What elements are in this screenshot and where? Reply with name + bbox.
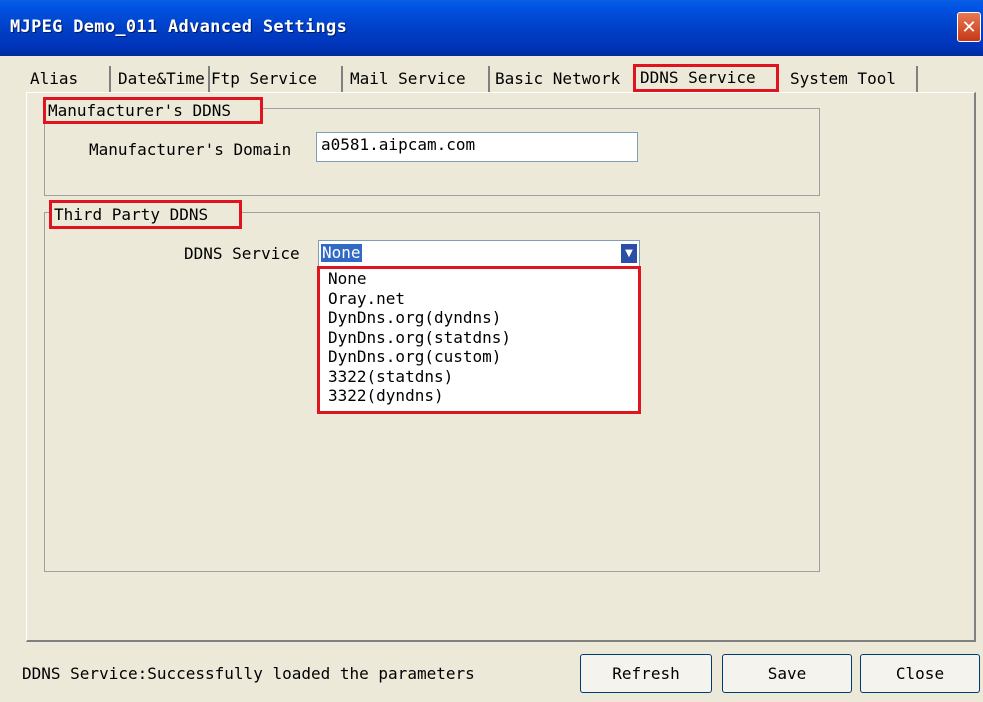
tab-date-time[interactable]: Date&Time	[114, 66, 210, 92]
third-party-ddns-legend: Third Party DDNS	[49, 200, 242, 229]
refresh-button[interactable]: Refresh	[580, 654, 712, 693]
tab-alias[interactable]: Alias	[26, 66, 111, 92]
manufacturer-domain-label: Manufacturer's Domain	[89, 140, 292, 159]
ddns-service-label: DDNS Service	[184, 244, 300, 263]
option-dyndns-custom[interactable]: DynDns.org(custom)	[320, 347, 638, 367]
option-3322-statdns[interactable]: 3322(statdns)	[320, 367, 638, 387]
ddns-service-selected-value: None	[321, 243, 362, 262]
tab-ddns-service[interactable]: DDNS Service	[633, 64, 779, 92]
option-3322-dyndns[interactable]: 3322(dyndns)	[320, 386, 638, 406]
close-button[interactable]: Close	[860, 654, 980, 693]
window-title: MJPEG Demo_011 Advanced Settings	[10, 17, 348, 37]
ddns-service-select[interactable]: None ▼	[318, 240, 640, 267]
option-dyndns-dyndns[interactable]: DynDns.org(dyndns)	[320, 308, 638, 328]
ddns-service-options-list: None Oray.net DynDns.org(dyndns) DynDns.…	[317, 266, 641, 414]
option-none[interactable]: None	[320, 269, 638, 289]
tab-basic-network[interactable]: Basic Network	[491, 66, 635, 92]
save-button[interactable]: Save	[722, 654, 852, 693]
status-message: DDNS Service:Successfully loaded the par…	[22, 664, 475, 683]
tab-system-tool[interactable]: System Tool	[786, 66, 918, 92]
tab-ftp-service[interactable]: Ftp Service	[207, 66, 343, 92]
manufacturer-ddns-legend: Manufacturer's DDNS	[43, 97, 263, 124]
manufacturer-domain-field[interactable]: a0581.aipcam.com	[316, 132, 638, 162]
option-dyndns-statdns[interactable]: DynDns.org(statdns)	[320, 328, 638, 348]
close-window-icon[interactable]: ✕	[957, 12, 981, 42]
title-bar: MJPEG Demo_011 Advanced Settings ✕	[0, 0, 983, 56]
option-oray-net[interactable]: Oray.net	[320, 289, 638, 309]
chevron-down-icon[interactable]: ▼	[621, 244, 637, 263]
tab-mail-service[interactable]: Mail Service	[346, 66, 490, 92]
